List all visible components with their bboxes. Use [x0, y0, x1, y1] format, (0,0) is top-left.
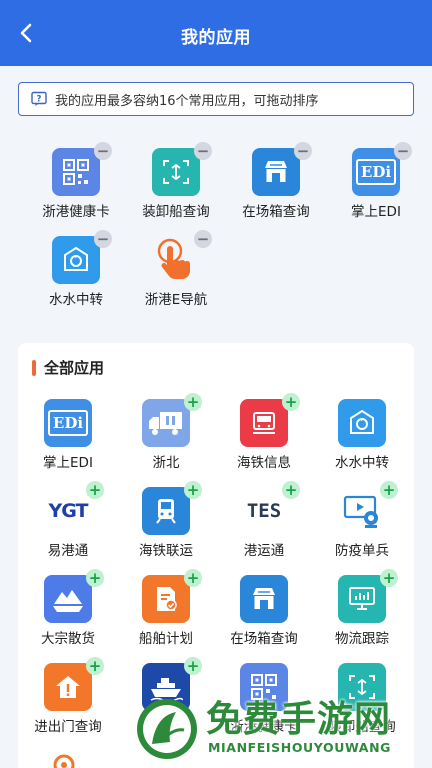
my-app-container-yard[interactable]: − 在场箱查询: [226, 140, 326, 224]
all-app-edi[interactable]: EDi 掌上EDI: [22, 391, 114, 475]
all-app-container-yard[interactable]: 在场箱查询: [218, 567, 310, 651]
webcam-icon: [338, 487, 386, 535]
my-apps-grid: − 浙港健康卡 − 装卸船查询 − 在场箱查询 EDi − 掌上EDI − 水水…: [18, 140, 414, 315]
my-app-ship-loading[interactable]: − 装卸船查询: [126, 140, 226, 224]
edi-text: EDi: [356, 159, 396, 185]
all-app-water-transfer[interactable]: 水水中转: [316, 391, 408, 475]
all-app-zhebei[interactable]: + 浙北: [120, 391, 212, 475]
app-label: 海铁联运: [139, 543, 193, 559]
tes-text: TES: [246, 500, 282, 522]
transfer-icon: [52, 236, 100, 284]
app-label: 掌上EDI: [43, 455, 93, 471]
section-header: 全部应用: [32, 357, 104, 378]
app-label: 船舶计划: [139, 631, 193, 647]
qr-code-icon: [52, 148, 100, 196]
hand-pointer-icon: [152, 236, 200, 284]
add-badge[interactable]: +: [86, 657, 104, 675]
remove-badge[interactable]: −: [394, 142, 412, 160]
edi-icon: EDi: [352, 148, 400, 196]
all-app-yigangtong[interactable]: YGT + 易港通: [22, 479, 114, 563]
all-app-sea-rail-transport[interactable]: + 海铁联运: [120, 479, 212, 563]
all-app-sea-rail-info[interactable]: + 海铁信息: [218, 391, 310, 475]
add-badge[interactable]: +: [184, 569, 202, 587]
location-pin-icon[interactable]: [52, 753, 76, 768]
app-label: 在场箱查询: [230, 631, 298, 647]
store-icon: [240, 575, 288, 623]
remove-badge[interactable]: −: [194, 230, 212, 248]
edi-icon: EDi: [44, 399, 92, 447]
app-label: 防疫单兵: [335, 543, 389, 559]
my-app-e-navigation[interactable]: − 浙港E导航: [126, 228, 226, 312]
app-label: 大宗散货: [41, 631, 95, 647]
ygt-logo-icon: YGT: [44, 487, 92, 535]
train-icon: [240, 399, 288, 447]
notice-text: 我的应用最多容纳16个常用应用，可拖动排序: [55, 93, 319, 109]
train-front-icon: [142, 487, 190, 535]
add-badge[interactable]: +: [380, 569, 398, 587]
all-app-bulk-cargo[interactable]: + 大宗散货: [22, 567, 114, 651]
add-badge[interactable]: +: [282, 481, 300, 499]
app-label: 海铁信息: [237, 455, 291, 471]
all-app-epidemic-soldier[interactable]: + 防疫单兵: [316, 479, 408, 563]
store-icon: [252, 148, 300, 196]
watermark-text-cn: 免费手游网: [206, 699, 392, 740]
watermark: 免费手游网 MIANFEISHOUYOUWANG: [134, 690, 432, 768]
monitor-chart-icon: [338, 575, 386, 623]
all-app-ship-plan[interactable]: + 船舶计划: [120, 567, 212, 651]
app-label: 在场箱查询: [242, 204, 310, 220]
truck-icon: [142, 399, 190, 447]
watermark-text-en: MIANFEISHOUYOUWANG: [208, 740, 391, 755]
crane-scan-icon: [152, 148, 200, 196]
all-app-gangyuntong[interactable]: TES + 港运通: [218, 479, 310, 563]
home-alert-icon: [44, 663, 92, 711]
remove-badge[interactable]: −: [94, 230, 112, 248]
app-label: 水水中转: [335, 455, 389, 471]
remove-badge[interactable]: −: [94, 142, 112, 160]
my-app-water-transfer[interactable]: − 水水中转: [26, 228, 126, 312]
my-app-health-card[interactable]: − 浙港健康卡: [26, 140, 126, 224]
add-badge[interactable]: +: [86, 481, 104, 499]
bulk-cargo-icon: [44, 575, 92, 623]
add-badge[interactable]: +: [380, 481, 398, 499]
document-check-icon: [142, 575, 190, 623]
add-badge[interactable]: +: [184, 481, 202, 499]
header-bar: 我的应用: [0, 0, 432, 66]
app-label: 浙港健康卡: [42, 204, 110, 220]
notice-banner: ? 我的应用最多容纳16个常用应用，可拖动排序: [18, 82, 414, 116]
all-app-logistics-tracking[interactable]: + 物流跟踪: [316, 567, 408, 651]
my-app-edi[interactable]: EDi − 掌上EDI: [326, 140, 426, 224]
app-label: 物流跟踪: [335, 631, 389, 647]
app-label: 浙港E导航: [144, 292, 208, 308]
app-label: 水水中转: [49, 292, 103, 308]
add-badge[interactable]: +: [282, 393, 300, 411]
app-label: 装卸船查询: [142, 204, 210, 220]
add-badge[interactable]: +: [184, 657, 202, 675]
add-badge[interactable]: +: [184, 393, 202, 411]
remove-badge[interactable]: −: [294, 142, 312, 160]
app-label: 浙北: [152, 455, 180, 471]
svg-text:?: ?: [37, 95, 42, 105]
app-label: 易港通: [47, 543, 89, 559]
page-title: 我的应用: [181, 28, 251, 48]
help-message-icon: ?: [31, 91, 47, 106]
transfer-icon: [338, 399, 386, 447]
remove-badge[interactable]: −: [194, 142, 212, 160]
section-accent-bar: [32, 359, 36, 376]
ygt-text: YGT: [48, 500, 89, 522]
section-title: 全部应用: [44, 359, 105, 377]
watermark-logo-icon: [137, 699, 197, 759]
app-label: 掌上EDI: [351, 204, 401, 220]
add-badge[interactable]: +: [86, 569, 104, 587]
tes-logo-icon: TES: [240, 487, 288, 535]
all-app-gate-query[interactable]: + 进出门查询: [22, 655, 114, 739]
edi-text: EDi: [48, 410, 88, 436]
app-label: 进出门查询: [34, 719, 102, 735]
app-label: 港运通: [243, 543, 285, 559]
